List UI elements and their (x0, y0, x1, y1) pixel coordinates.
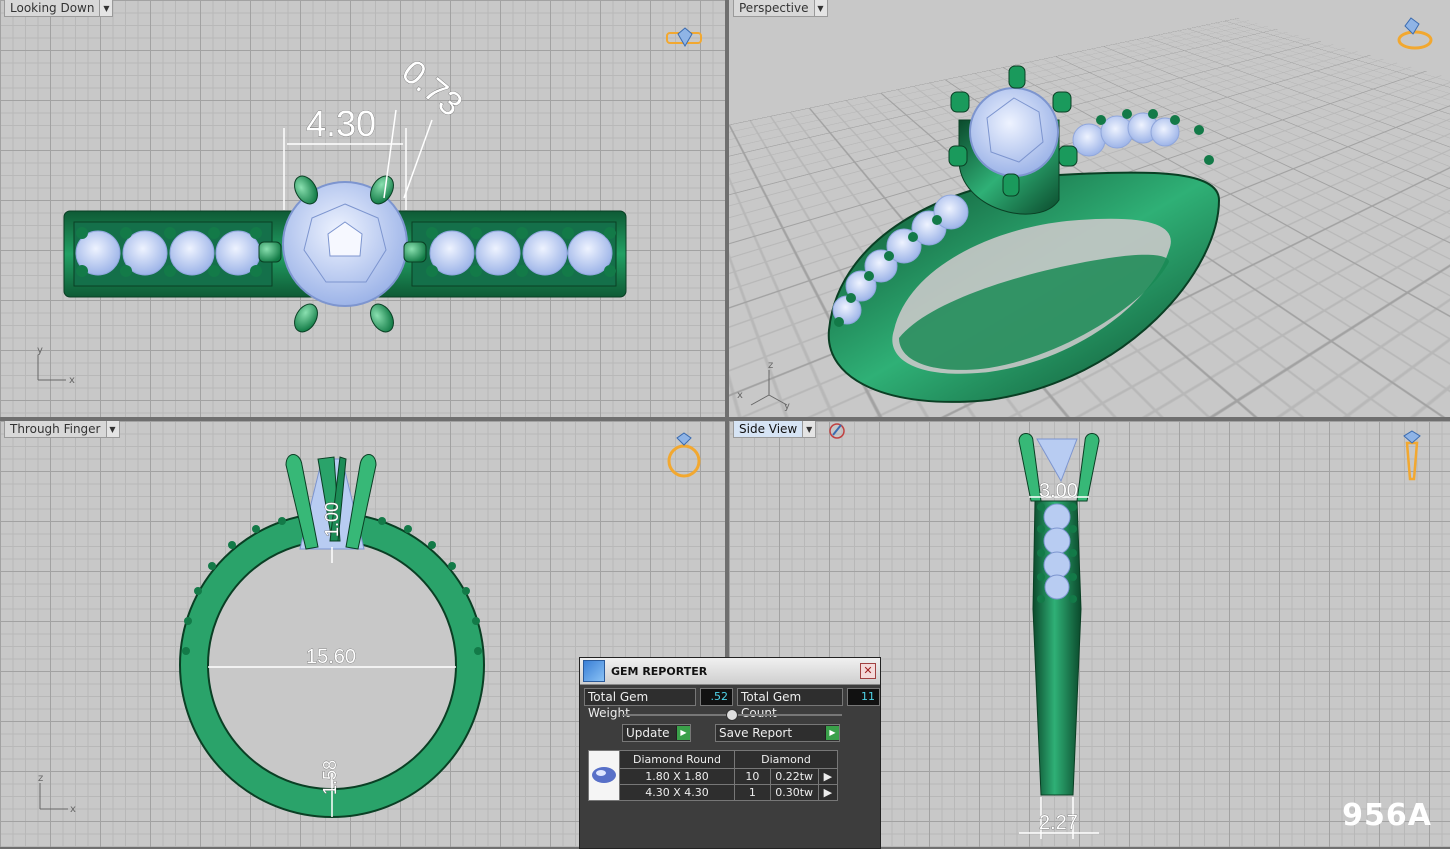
save-report-button-label: Save Report (719, 726, 793, 740)
gem-count-cell: 1 (734, 784, 771, 801)
save-report-button[interactable]: Save Report ▶ (715, 724, 840, 742)
axis-x-label: x (737, 390, 743, 401)
dim-width-label: 4.30 (306, 103, 376, 144)
gem-panel-splitter[interactable] (622, 709, 842, 721)
gem-reporter-title: GEM REPORTER (611, 664, 708, 678)
axis-x-label: x (70, 804, 76, 815)
row-go-button[interactable]: ▶ (817, 784, 839, 801)
dim-bottom-width-label: 2.27 (1039, 812, 1078, 834)
viewport-label: Looking Down (4, 0, 101, 17)
dim-shank-label: 1.58 (320, 760, 340, 795)
viewport-label-menu[interactable]: Side View ▼ (733, 421, 817, 438)
splitter-handle[interactable] (726, 709, 738, 721)
chevron-down-icon[interactable]: ▼ (803, 421, 817, 438)
viewport-label-menu[interactable]: Through Finger ▼ (4, 421, 120, 438)
gem-reporter-titlebar[interactable]: GEM REPORTER ✕ (580, 658, 880, 685)
dim-diag-label: 0.73 (394, 52, 469, 124)
dim-height-label: 1.00 (322, 502, 342, 537)
update-button-label: Update (626, 726, 670, 740)
measure-tool-icon[interactable] (827, 421, 847, 441)
viewport-label: Through Finger (4, 421, 107, 438)
viewport-label: Perspective (733, 0, 815, 17)
total-gem-weight-value: .52 (699, 688, 734, 706)
axis-y-label: y (784, 401, 790, 412)
gem-list-table: Diamond Round Diamond 1.80 X 1.80 10 0.2… (588, 750, 839, 801)
gem-size-cell: 1.80 X 1.80 (619, 768, 735, 785)
ring-top-view-icon[interactable] (665, 26, 705, 50)
diamond-round-icon (592, 767, 616, 783)
ring-perspective-render: z y x (737, 65, 1221, 412)
total-gem-count-value: 11 (846, 688, 881, 706)
dim-top-width-label: 3.00 (1039, 480, 1078, 502)
table-row[interactable]: 4.30 X 4.30 1 0.30tw ▶ (589, 784, 839, 801)
viewport-label-menu[interactable]: Perspective ▼ (733, 0, 828, 17)
viewport-label: Side View (733, 421, 804, 438)
row-go-button[interactable]: ▶ (817, 768, 839, 785)
gem-size-cell: 4.30 X 4.30 (619, 784, 735, 801)
gem-reporter-logo-icon (583, 660, 605, 682)
chevron-down-icon[interactable]: ▼ (106, 421, 120, 438)
gem-reporter-panel[interactable]: GEM REPORTER ✕ Total Gem Weight .52 Tota… (579, 657, 881, 849)
viewport-perspective[interactable]: Perspective ▼ z y x (729, 0, 1450, 417)
gem-weight-cell: 0.22tw (769, 768, 819, 785)
diamond-thumbnail[interactable] (588, 750, 620, 801)
design-code-watermark: 956A (1342, 798, 1432, 833)
ring-perspective-icon[interactable] (1395, 16, 1435, 52)
axis-z-label: z (768, 360, 773, 371)
ring-front-view-icon[interactable] (664, 429, 704, 481)
axis-y-label: y (37, 345, 43, 356)
viewport-looking-down[interactable]: Looking Down ▼ 4.30 0.73 y x (0, 0, 725, 417)
gem-material-header: Diamond (734, 750, 838, 769)
gem-count-cell: 10 (734, 768, 771, 785)
viewport-label-menu[interactable]: Looking Down ▼ (4, 0, 114, 17)
play-arrow-icon: ▶ (676, 726, 690, 740)
close-icon[interactable]: ✕ (860, 663, 876, 679)
play-arrow-icon: ▶ (825, 726, 839, 740)
chevron-down-icon[interactable]: ▼ (814, 0, 828, 17)
dim-diameter-label: 15.60 (306, 646, 356, 668)
gem-shape-header: Diamond Round (619, 750, 735, 769)
ring-top-render: 4.30 0.73 y x (37, 52, 627, 386)
ring-side-view-icon[interactable] (1397, 429, 1427, 485)
update-button[interactable]: Update ▶ (622, 724, 691, 742)
total-gem-count-label: Total Gem Count (737, 688, 843, 720)
total-gem-weight-label: Total Gem Weight (584, 688, 696, 720)
gem-weight-cell: 0.30tw (769, 784, 819, 801)
chevron-down-icon[interactable]: ▼ (100, 0, 114, 17)
axis-x-label: x (69, 375, 75, 386)
axis-z-label: z (38, 773, 43, 784)
table-row[interactable]: 1.80 X 1.80 10 0.22tw ▶ (589, 768, 839, 785)
